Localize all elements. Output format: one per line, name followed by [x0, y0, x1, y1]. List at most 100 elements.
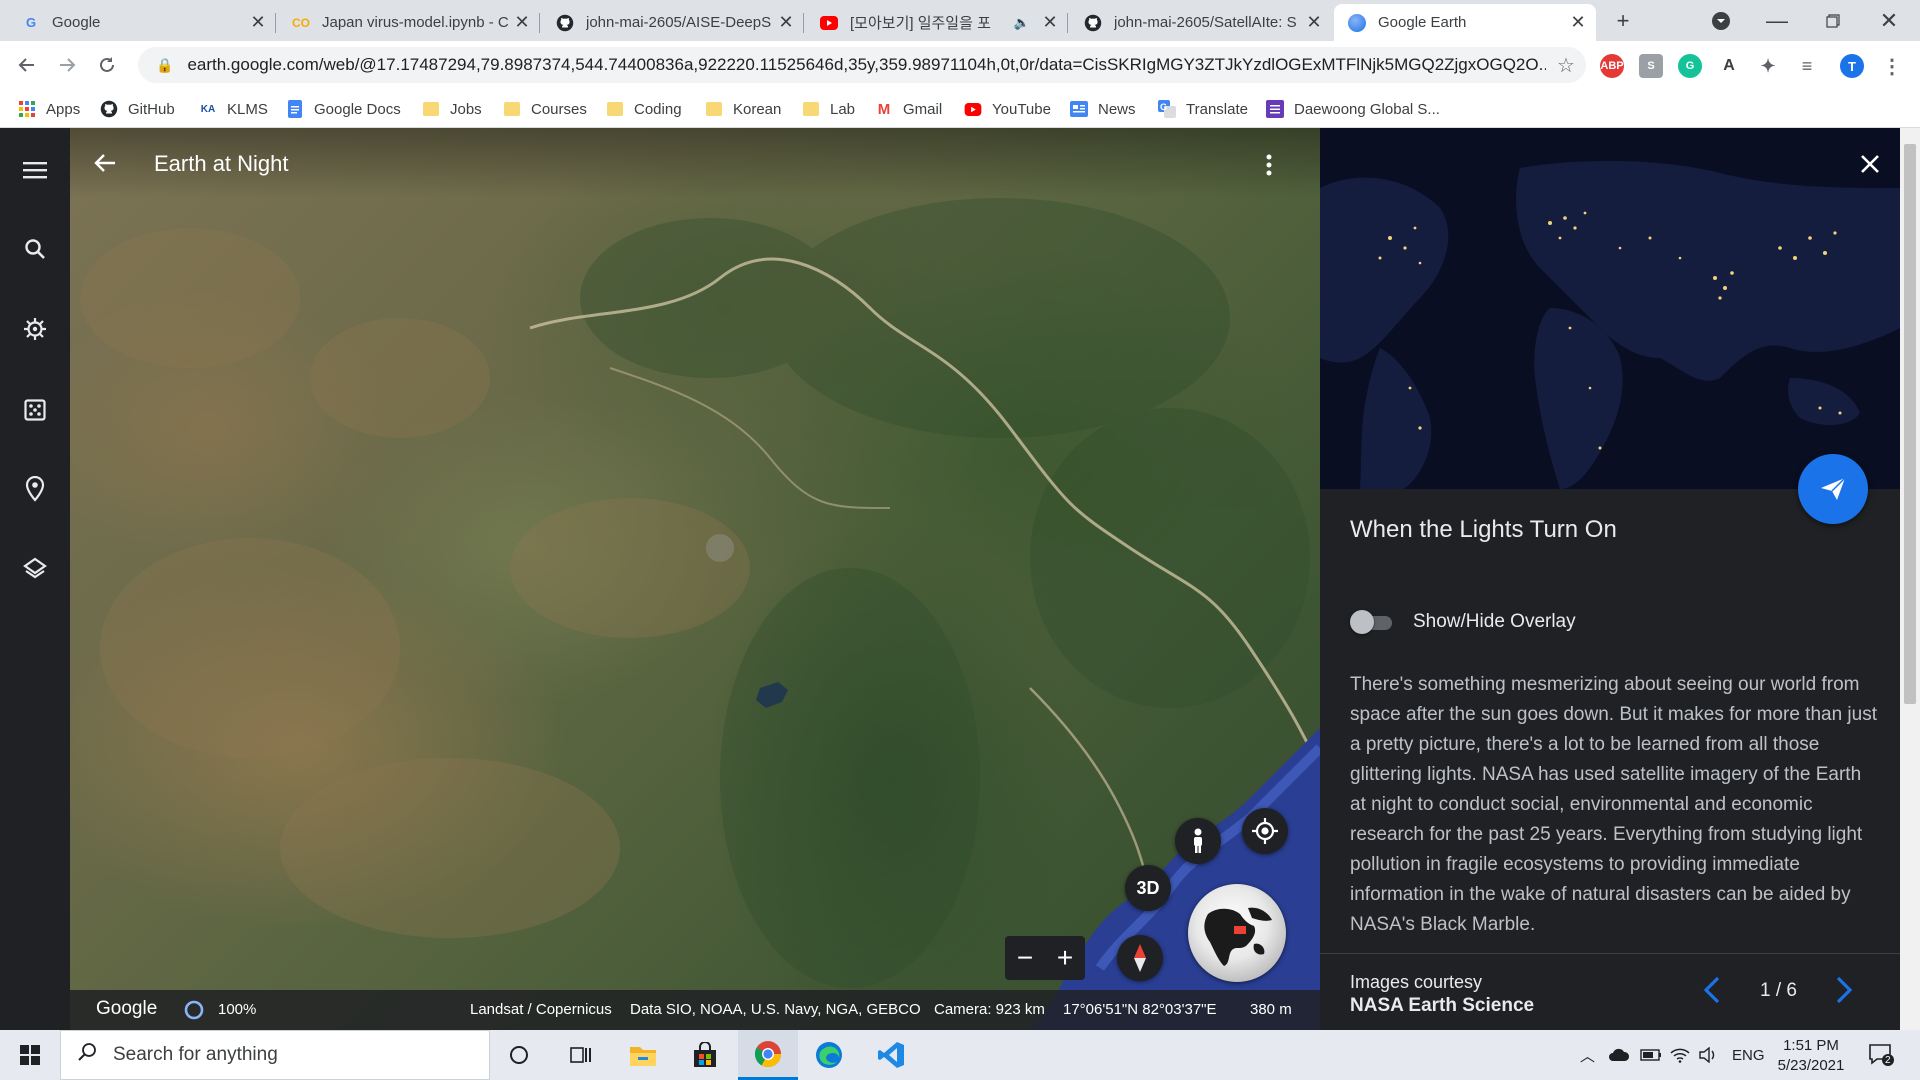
- start-button[interactable]: [0, 1030, 60, 1080]
- input-language[interactable]: ENG: [1732, 1030, 1765, 1080]
- projects-pin-icon[interactable]: [15, 469, 55, 509]
- url-text[interactable]: earth.google.com/web/@17.17487294,79.898…: [187, 55, 1546, 75]
- close-tab-icon[interactable]: ✕: [778, 12, 794, 33]
- more-options-icon[interactable]: [1266, 154, 1272, 181]
- back-button[interactable]: [12, 50, 42, 80]
- bookmark-coding[interactable]: Coding: [606, 98, 682, 120]
- taskbar-store[interactable]: [680, 1030, 730, 1080]
- notification-count-badge: 2: [1885, 1055, 1891, 1066]
- zoom-out-button[interactable]: −: [1017, 942, 1033, 974]
- battery-icon[interactable]: [1640, 1030, 1662, 1080]
- zoom-control: − +: [1005, 936, 1085, 980]
- folder-icon: [802, 101, 820, 117]
- restore-button[interactable]: [1818, 6, 1848, 36]
- extension-s-icon[interactable]: S: [1639, 54, 1663, 78]
- bookmark-google-docs[interactable]: Google Docs: [286, 98, 401, 120]
- taskbar-edge[interactable]: [804, 1030, 854, 1080]
- notification-center-button[interactable]: 2: [1868, 1030, 1894, 1080]
- bookmark-apps[interactable]: Apps: [18, 98, 80, 120]
- tab-github-satellaite[interactable]: john-mai-2605/SatellAIte: S ✕: [1070, 4, 1332, 41]
- media-control-icon[interactable]: ≡: [1795, 54, 1819, 78]
- compass-button[interactable]: [1117, 935, 1163, 981]
- onedrive-icon[interactable]: [1608, 1030, 1630, 1080]
- close-panel-button[interactable]: [1860, 154, 1880, 179]
- extensions-puzzle-icon[interactable]: ✦: [1756, 54, 1780, 78]
- taskbar-chrome[interactable]: [738, 1030, 798, 1080]
- search-icon[interactable]: [15, 229, 55, 269]
- minimize-button[interactable]: —: [1762, 6, 1792, 36]
- chevron-left-icon: [1703, 976, 1720, 1004]
- grammarly-icon[interactable]: G: [1678, 54, 1702, 78]
- map-style-layers-icon[interactable]: [15, 549, 55, 589]
- chevron-right-icon: [1836, 976, 1853, 1004]
- show-hidden-icons-button[interactable]: ︿: [1580, 1030, 1595, 1080]
- next-card-button[interactable]: [1835, 976, 1853, 1009]
- mini-globe-button[interactable]: [1188, 884, 1286, 982]
- system-clock[interactable]: 1:51 PM 5/23/2021: [1766, 1036, 1856, 1076]
- forward-button[interactable]: [52, 50, 82, 80]
- main-menu-icon[interactable]: [15, 150, 55, 190]
- voyager-icon[interactable]: [15, 309, 55, 349]
- colab-icon: CO: [292, 15, 310, 30]
- tab-google[interactable]: G Google ✕: [8, 4, 276, 41]
- address-bar[interactable]: 🔒 earth.google.com/web/@17.17487294,79.8…: [138, 47, 1586, 83]
- imagery-credit[interactable]: Landsat / Copernicus: [470, 1001, 612, 1018]
- close-window-button[interactable]: ✕: [1874, 6, 1904, 36]
- bookmark-github[interactable]: GitHub: [100, 98, 175, 120]
- close-tab-icon[interactable]: ✕: [250, 12, 266, 33]
- new-tab-button[interactable]: +: [1608, 6, 1638, 36]
- cortana-button[interactable]: [494, 1030, 544, 1080]
- bookmark-gmail[interactable]: M Gmail: [875, 98, 942, 120]
- my-location-button[interactable]: [1242, 808, 1288, 854]
- bookmark-label: Courses: [531, 100, 587, 118]
- chrome-icon: [754, 1040, 782, 1067]
- taskbar-file-explorer[interactable]: [618, 1030, 668, 1080]
- bookmark-courses[interactable]: Courses: [503, 98, 587, 120]
- map-viewport[interactable]: Earth at Night 3D − + Google 100% Landsa…: [70, 128, 1320, 1030]
- bookmark-translate[interactable]: G Translate: [1158, 98, 1248, 120]
- send-paper-plane-icon: [1821, 477, 1846, 500]
- tab-youtube[interactable]: [모아보기] 일주일을 포 🔈 ✕: [806, 4, 1068, 41]
- bookmark-label: Google Docs: [314, 100, 401, 118]
- scrollbar-thumb[interactable]: [1904, 144, 1916, 704]
- zoom-in-button[interactable]: +: [1057, 942, 1073, 974]
- back-arrow-icon[interactable]: [94, 153, 116, 178]
- bookmark-news[interactable]: News: [1070, 98, 1136, 120]
- tab-google-earth[interactable]: Google Earth ✕: [1334, 4, 1596, 41]
- fly-to-button[interactable]: [1798, 454, 1868, 524]
- page-scrollbar[interactable]: [1900, 128, 1920, 1030]
- taskbar-search-box[interactable]: Search for anything: [60, 1030, 490, 1080]
- bookmark-klms[interactable]: KA KLMS: [199, 98, 268, 120]
- profile-avatar[interactable]: T: [1840, 54, 1864, 78]
- adblock-extension-icon[interactable]: ABP: [1600, 54, 1624, 78]
- close-tab-icon[interactable]: ✕: [1570, 12, 1586, 33]
- spellcheck-icon[interactable]: A: [1717, 54, 1741, 78]
- bookmark-jobs[interactable]: Jobs: [422, 98, 482, 120]
- feeling-lucky-dice-icon[interactable]: [15, 390, 55, 430]
- tab-search-button[interactable]: [1706, 6, 1736, 36]
- close-tab-icon[interactable]: ✕: [1306, 12, 1322, 33]
- close-tab-icon[interactable]: ✕: [1042, 12, 1058, 33]
- overlay-toggle[interactable]: [1350, 610, 1394, 634]
- bookmark-youtube[interactable]: YouTube: [964, 98, 1051, 120]
- bookmark-star-icon[interactable]: ☆: [1546, 53, 1586, 78]
- clock-time: 1:51 PM: [1783, 1037, 1839, 1054]
- speaker-icon[interactable]: 🔈: [1014, 15, 1030, 31]
- browser-menu-icon[interactable]: ⋮: [1880, 54, 1904, 78]
- toggle-3d-button[interactable]: 3D: [1125, 865, 1171, 911]
- tab-colab[interactable]: CO Japan virus-model.ipynb - C ✕: [278, 4, 540, 41]
- task-view-button[interactable]: [556, 1030, 606, 1080]
- volume-icon[interactable]: [1698, 1030, 1718, 1080]
- tab-github-aise[interactable]: john-mai-2605/AISE-DeepS ✕: [542, 4, 804, 41]
- lock-icon[interactable]: 🔒: [156, 57, 173, 74]
- bookmark-korean[interactable]: Korean: [705, 98, 781, 120]
- folder-icon: [606, 101, 624, 117]
- wifi-icon[interactable]: [1670, 1030, 1690, 1080]
- bookmark-lab[interactable]: Lab: [802, 98, 855, 120]
- bookmark-daewoong[interactable]: Daewoong Global S...: [1266, 98, 1440, 120]
- reload-button[interactable]: [92, 50, 122, 80]
- taskbar-vscode[interactable]: [866, 1030, 916, 1080]
- pegman-button[interactable]: [1175, 818, 1221, 864]
- previous-card-button[interactable]: [1703, 976, 1721, 1009]
- close-tab-icon[interactable]: ✕: [514, 12, 530, 33]
